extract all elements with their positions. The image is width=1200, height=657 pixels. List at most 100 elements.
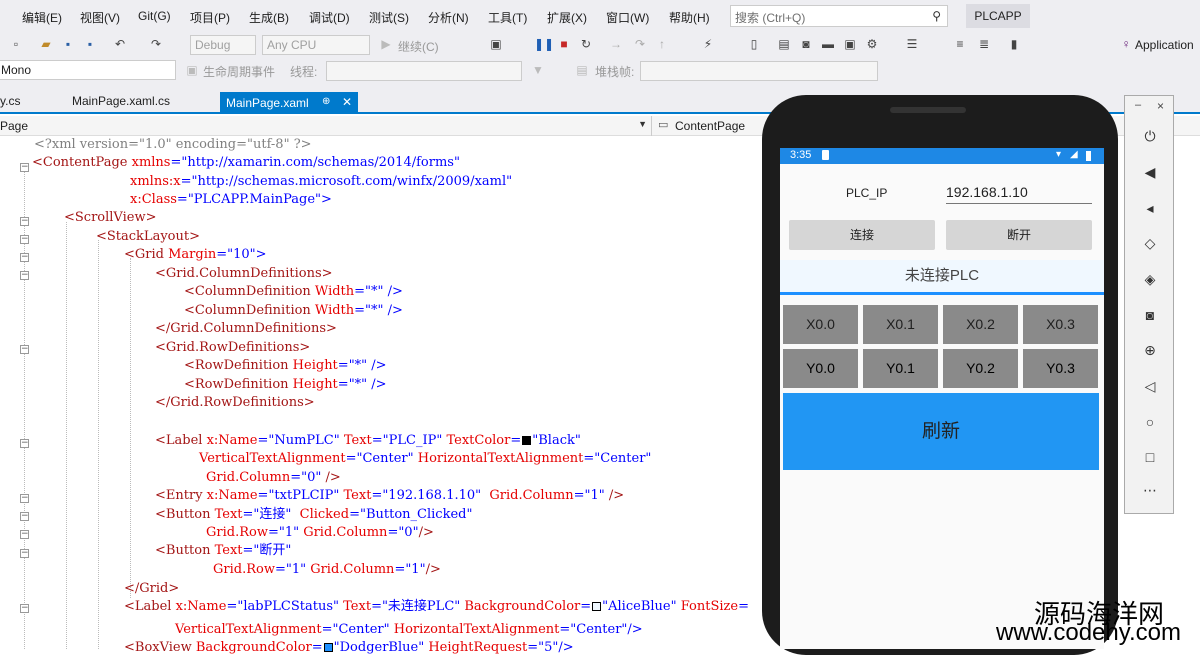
pause-icon[interactable]: ❚❚: [534, 36, 554, 52]
platform-dropdown[interactable]: Any CPU: [262, 35, 370, 55]
code-line: <Grid.ColumnDefinitions>: [155, 266, 333, 281]
settings-icon[interactable]: ⚙: [864, 36, 880, 52]
redo-icon[interactable]: ↷: [148, 36, 164, 52]
continue-button[interactable]: 继续(C): [398, 38, 439, 55]
input-x0-1[interactable]: X0.1: [863, 305, 938, 344]
plc-ip-entry[interactable]: 192.168.1.10: [946, 180, 1092, 204]
input-x0-3[interactable]: X0.3: [1023, 305, 1098, 344]
collapse-toggle[interactable]: −: [20, 604, 29, 613]
device-icon[interactable]: ▯: [746, 36, 762, 52]
zoom-icon[interactable]: ⊕: [1125, 342, 1175, 359]
stack-frame-dropdown[interactable]: [640, 61, 878, 81]
collapse-toggle[interactable]: −: [20, 530, 29, 539]
overview-icon[interactable]: □: [1125, 449, 1175, 465]
menu-build[interactable]: 生成(B): [249, 9, 289, 26]
rotate-left-icon[interactable]: ◇: [1125, 235, 1175, 252]
output-y0-2[interactable]: Y0.2: [943, 349, 1018, 388]
collapse-toggle[interactable]: −: [20, 163, 29, 172]
connect-button[interactable]: 连接: [789, 220, 935, 250]
menu-extensions[interactable]: 扩展(X): [547, 9, 587, 26]
menu-help[interactable]: 帮助(H): [669, 9, 710, 26]
code-editor[interactable]: − − − − − − − − − − − − <?xml version="1…: [0, 136, 770, 655]
thread-dropdown[interactable]: [326, 61, 522, 81]
input-x0-2[interactable]: X0.2: [943, 305, 1018, 344]
collapse-toggle[interactable]: −: [20, 235, 29, 244]
outline-icon[interactable]: ≣: [976, 36, 992, 52]
step-into-icon[interactable]: →: [608, 36, 624, 52]
search-input[interactable]: 搜索 (Ctrl+Q) ⚲: [730, 5, 948, 27]
tab-cs-file[interactable]: y.cs: [0, 94, 20, 108]
menu-analyze[interactable]: 分析(N): [428, 9, 469, 26]
volume-up-icon[interactable]: ◀: [1125, 164, 1175, 181]
menu-project[interactable]: 项目(P): [190, 9, 230, 26]
home-icon[interactable]: ○: [1125, 414, 1175, 430]
application-label[interactable]: Application: [1135, 38, 1194, 52]
element-selector[interactable]: ContentPage: [675, 119, 745, 133]
open-folder-icon[interactable]: ▰: [38, 36, 54, 52]
collapse-toggle[interactable]: −: [20, 439, 29, 448]
screenshot-icon[interactable]: ▣: [488, 36, 504, 52]
code-line: xmlns:x="http://schemas.microsoft.com/wi…: [130, 174, 513, 189]
tab-mainpage-xaml-cs[interactable]: MainPage.xaml.cs: [72, 94, 170, 108]
more-icon[interactable]: ⋯: [1125, 482, 1175, 499]
close-icon[interactable]: ✕: [342, 95, 352, 109]
back-icon[interactable]: ◁: [1125, 378, 1175, 395]
minimize-icon[interactable]: –: [1135, 99, 1141, 111]
continue-icon[interactable]: ▶: [378, 36, 394, 52]
camera-icon[interactable]: ◙: [1125, 307, 1175, 323]
menu-view[interactable]: 视图(V): [80, 9, 120, 26]
collapse-toggle[interactable]: −: [20, 549, 29, 558]
pin-icon[interactable]: ⊕: [322, 96, 330, 107]
collapse-toggle[interactable]: −: [20, 253, 29, 262]
stack-frame-label: 堆栈帧:: [595, 65, 635, 79]
member-dropdown[interactable]: Page ▼: [0, 116, 652, 136]
collapse-toggle[interactable]: −: [20, 217, 29, 226]
menu-window[interactable]: 窗口(W): [606, 9, 649, 26]
undo-icon[interactable]: ↶: [112, 36, 128, 52]
target-dropdown[interactable]: Mono: [0, 60, 176, 80]
live-share-icon[interactable]: ♀: [1118, 36, 1134, 52]
window-icon[interactable]: ▣: [842, 36, 858, 52]
input-x0-0[interactable]: X0.0: [783, 305, 858, 344]
terminal-icon[interactable]: ▬: [820, 36, 836, 52]
camera-tool-icon[interactable]: ◙: [798, 36, 814, 52]
signal-icon: ◢: [1070, 149, 1078, 160]
collapse-toggle[interactable]: −: [20, 512, 29, 521]
output-y0-3[interactable]: Y0.3: [1023, 349, 1098, 388]
save-all-icon[interactable]: ▪: [82, 36, 98, 52]
collapse-toggle[interactable]: −: [20, 271, 29, 280]
hierarchy-icon[interactable]: ☰: [904, 36, 920, 52]
lifecycle-label[interactable]: 生命周期事件: [203, 63, 275, 80]
chevron-down-icon[interactable]: ▼: [638, 119, 647, 129]
print-icon[interactable]: ▤: [776, 36, 792, 52]
step-out-icon[interactable]: ↑: [654, 36, 670, 52]
search-icon[interactable]: ⚲: [932, 9, 941, 23]
hot-reload-icon[interactable]: ⚡: [700, 36, 716, 52]
output-y0-0[interactable]: Y0.0: [783, 349, 858, 388]
config-dropdown[interactable]: Debug: [190, 35, 256, 55]
filter-icon[interactable]: ▼: [530, 62, 546, 78]
volume-down-icon[interactable]: ◂: [1125, 200, 1175, 217]
new-item-icon[interactable]: ▫: [8, 36, 24, 52]
step-over-icon[interactable]: ↷: [632, 36, 648, 52]
list-icon[interactable]: ≡: [952, 36, 968, 52]
menu-test[interactable]: 测试(S): [369, 9, 409, 26]
bookmark-icon[interactable]: ▮: [1006, 36, 1022, 52]
solution-name[interactable]: PLCAPP: [966, 4, 1030, 28]
refresh-button[interactable]: 刷新: [783, 393, 1099, 470]
collapse-toggle[interactable]: −: [20, 345, 29, 354]
menu-tools[interactable]: 工具(T): [488, 9, 527, 26]
rotate-right-icon[interactable]: ◈: [1125, 271, 1175, 288]
menu-debug[interactable]: 调试(D): [309, 9, 350, 26]
power-icon[interactable]: ⏻: [1125, 128, 1175, 145]
collapse-toggle[interactable]: −: [20, 494, 29, 503]
tab-mainpage-xaml[interactable]: MainPage.xaml ⊕ ✕: [220, 92, 358, 114]
menu-git[interactable]: Git(G): [138, 9, 171, 23]
stop-icon[interactable]: ■: [556, 36, 572, 52]
close-icon[interactable]: ×: [1157, 99, 1164, 113]
menu-edit[interactable]: 编辑(E): [22, 9, 62, 26]
save-icon[interactable]: ▪: [60, 36, 76, 52]
output-y0-1[interactable]: Y0.1: [863, 349, 938, 388]
restart-icon[interactable]: ↻: [578, 36, 594, 52]
disconnect-button[interactable]: 断开: [946, 220, 1092, 250]
